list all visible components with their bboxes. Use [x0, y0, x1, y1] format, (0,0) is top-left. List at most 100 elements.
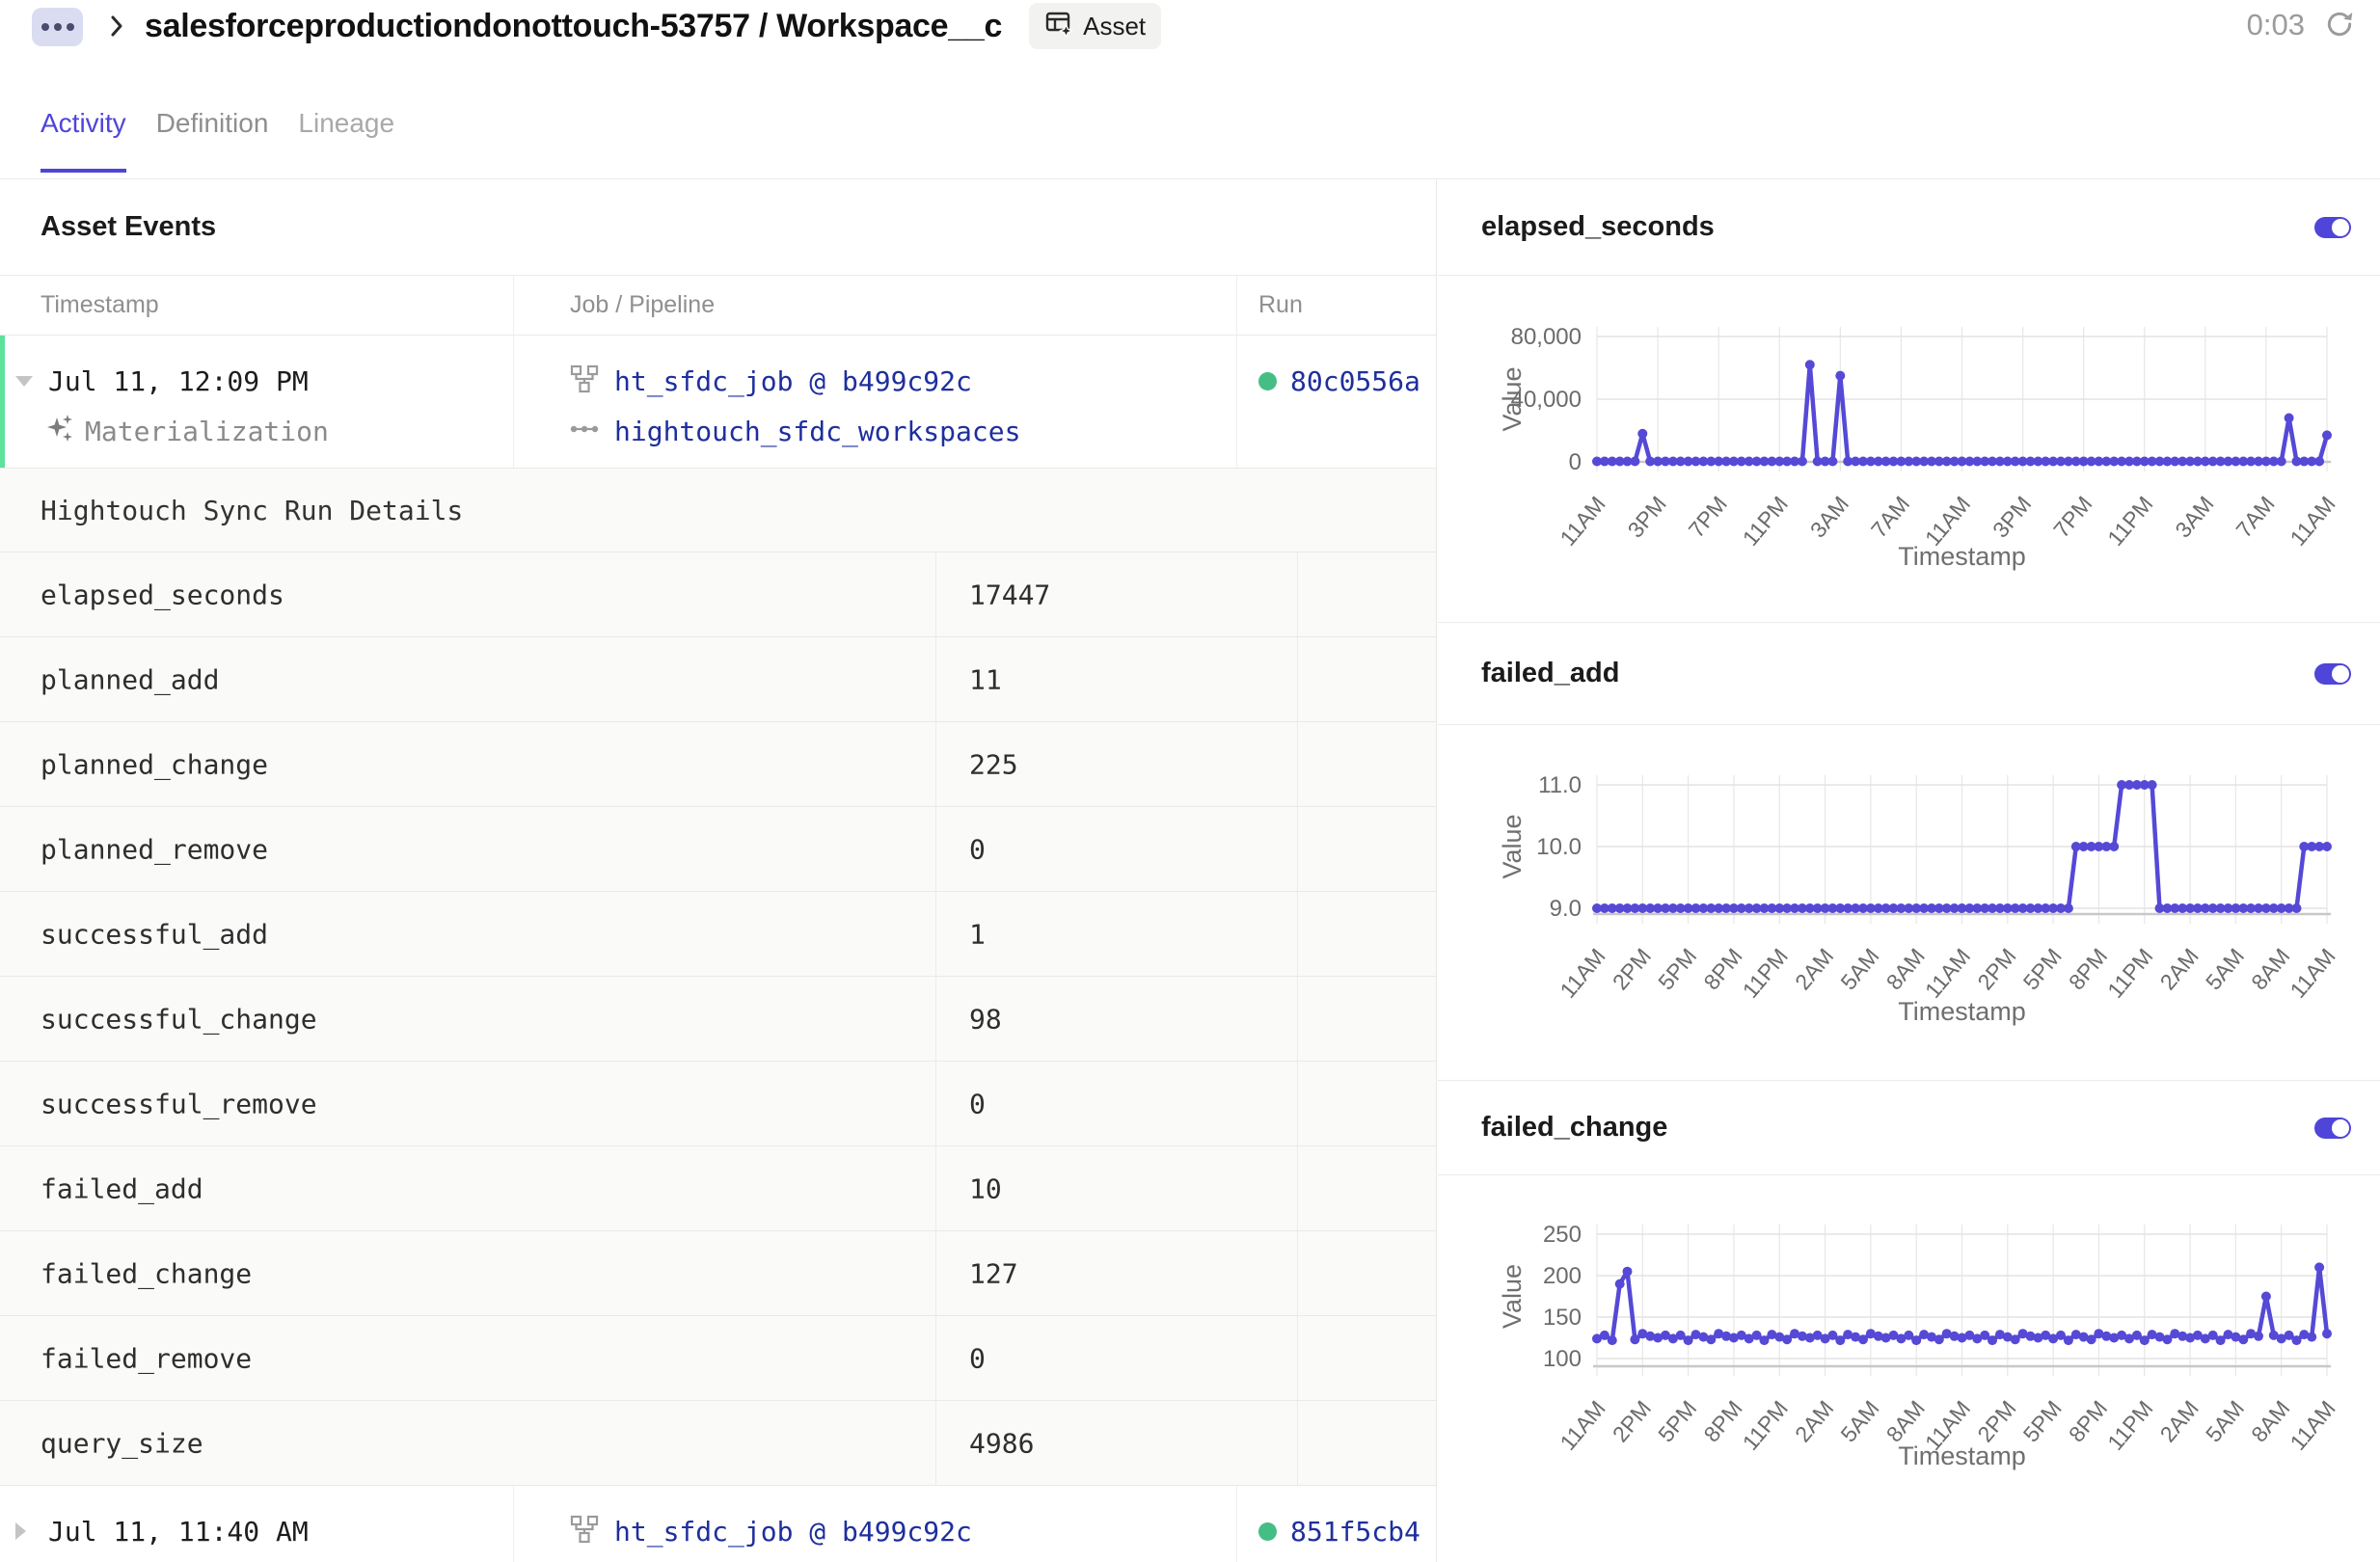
materialization-sparkle-icon — [46, 414, 73, 449]
svg-text:3AM: 3AM — [2170, 492, 2218, 543]
detail-value: 0 — [969, 1342, 986, 1374]
detail-row: elapsed_seconds17447 — [0, 552, 1436, 636]
svg-text:11AM: 11AM — [1555, 944, 1609, 1003]
asset-lineage-icon — [570, 421, 599, 441]
detail-value: 0 — [969, 1088, 986, 1119]
svg-text:10.0: 10.0 — [1536, 834, 1582, 860]
svg-text:5PM: 5PM — [1653, 1396, 1701, 1447]
detail-key: successful_add — [41, 918, 268, 950]
detail-value: 4986 — [969, 1427, 1034, 1459]
run-status-dot — [1258, 1522, 1277, 1541]
svg-text:2PM: 2PM — [1972, 944, 2020, 995]
asset-events-title: Asset Events — [41, 179, 216, 275]
tab-definition[interactable]: Definition — [156, 108, 269, 173]
detail-value: 10 — [969, 1172, 1002, 1204]
detail-key: successful_change — [41, 1003, 317, 1035]
chart-toggle[interactable] — [2314, 217, 2351, 238]
detail-key: planned_remove — [41, 833, 268, 865]
svg-text:5AM: 5AM — [2201, 1396, 2249, 1447]
detail-row: planned_remove0 — [0, 806, 1436, 891]
svg-text:9.0: 9.0 — [1550, 896, 1582, 922]
detail-row: planned_add11 — [0, 636, 1436, 721]
event-row[interactable]: Jul 11, 11:40 AM Materialization — [0, 1485, 1436, 1562]
tab-bar: Activity Definition Lineage — [41, 108, 394, 173]
failed-add-chart: 11AM2PM5PM8PM11PM2AM5AM8AM11AM2PM5PM8PM1… — [1438, 725, 2380, 1081]
detail-value: 1 — [969, 918, 986, 950]
ellipsis-icon — [67, 23, 74, 31]
detail-row: planned_change 225 — [0, 721, 1436, 806]
asset-table-icon — [1044, 9, 1073, 44]
tab-lineage[interactable]: Lineage — [298, 108, 394, 173]
ellipsis-icon — [54, 23, 62, 31]
chart-section-failed-change: failed_change 11AM2PM5PM8PM11PM2AM5AM8AM… — [1438, 1080, 2380, 1562]
svg-text:3PM: 3PM — [1623, 492, 1671, 543]
svg-text:2AM: 2AM — [1790, 1396, 1838, 1447]
run-id-link[interactable]: 80c0556a — [1290, 365, 1420, 397]
job-link[interactable]: ht_sfdc_job @ b499c92c — [614, 365, 972, 397]
page-title: salesforceproductiondonottouch-53757 / W… — [145, 8, 1002, 45]
detail-row: query_size4986 — [0, 1400, 1436, 1485]
svg-text:0: 0 — [1569, 449, 1582, 475]
svg-text:250: 250 — [1543, 1222, 1582, 1248]
svg-text:7AM: 7AM — [2231, 492, 2279, 543]
elapsed-seconds-chart: 11AM3PM7PM11PM3AM7AM11AM3PM7PM11PM3AM7AM… — [1438, 276, 2380, 622]
asset-link[interactable]: hightouch_sfdc_workspaces — [614, 416, 1020, 447]
collapse-caret-icon[interactable] — [15, 376, 33, 387]
refresh-timer: 0:03 — [2247, 8, 2305, 42]
svg-text:7PM: 7PM — [2048, 492, 2096, 543]
svg-text:5PM: 5PM — [1653, 944, 1701, 995]
toggle-knob — [2332, 1119, 2349, 1137]
svg-text:11AM: 11AM — [1555, 1396, 1609, 1455]
svg-text:3AM: 3AM — [1805, 492, 1853, 543]
svg-text:Timestamp: Timestamp — [1898, 997, 2026, 1026]
detail-value: 11 — [969, 663, 1002, 695]
detail-row: failed_remove0 — [0, 1315, 1436, 1400]
asset-events-panel: Asset Events Timestamp Job / Pipeline Ru… — [0, 179, 1437, 1562]
metric-charts-panel: elapsed_seconds 11AM3PM7PM11PM3AM7AM11AM… — [1438, 179, 2380, 1562]
asset-badge: Asset — [1029, 3, 1161, 49]
svg-text:3PM: 3PM — [1988, 492, 2036, 543]
svg-text:11.0: 11.0 — [1538, 772, 1582, 798]
svg-text:11PM: 11PM — [2102, 492, 2157, 551]
event-timestamp: Jul 11, 11:40 AM — [48, 1516, 309, 1548]
column-header-timestamp: Timestamp — [0, 291, 513, 319]
detail-value: 225 — [969, 748, 1018, 780]
ellipsis-icon — [41, 23, 49, 31]
svg-text:Value: Value — [1498, 814, 1527, 878]
job-link[interactable]: ht_sfdc_job @ b499c92c — [614, 1516, 972, 1548]
svg-text:11AM: 11AM — [2285, 944, 2339, 1003]
event-row[interactable]: Jul 11, 12:09 PM Materialization — [0, 336, 1436, 468]
svg-text:11PM: 11PM — [1738, 492, 1793, 551]
svg-text:7PM: 7PM — [1684, 492, 1732, 543]
svg-text:11AM: 11AM — [1555, 492, 1609, 551]
svg-text:2PM: 2PM — [1608, 1396, 1656, 1447]
chart-toggle[interactable] — [2314, 663, 2351, 685]
svg-text:5PM: 5PM — [2018, 944, 2067, 995]
run-id-link[interactable]: 851f5cb4 — [1290, 1516, 1420, 1548]
svg-text:2AM: 2AM — [1790, 944, 1838, 995]
refresh-icon[interactable] — [2324, 9, 2355, 42]
details-section-title: Hightouch Sync Run Details — [0, 468, 1436, 552]
breadcrumb-ellipsis-button[interactable] — [32, 8, 83, 46]
svg-text:150: 150 — [1543, 1305, 1582, 1331]
svg-text:100: 100 — [1543, 1346, 1582, 1372]
detail-key: elapsed_seconds — [41, 579, 284, 610]
tab-activity[interactable]: Activity — [41, 108, 126, 173]
svg-text:7AM: 7AM — [1866, 492, 1914, 543]
detail-key: planned_change — [41, 748, 268, 780]
chart-toggle[interactable] — [2314, 1118, 2351, 1139]
svg-text:11AM: 11AM — [1920, 944, 1975, 1003]
chart-title: elapsed_seconds — [1481, 211, 1715, 243]
svg-text:Timestamp: Timestamp — [1898, 1441, 2026, 1470]
detail-row: failed_change127 — [0, 1230, 1436, 1315]
detail-value: 98 — [969, 1003, 1002, 1035]
svg-text:2AM: 2AM — [2155, 1396, 2204, 1447]
expand-caret-icon[interactable] — [15, 1522, 26, 1540]
job-icon — [570, 364, 599, 397]
events-table-header: Timestamp Job / Pipeline Run — [0, 275, 1436, 336]
job-icon — [570, 1515, 599, 1548]
detail-key: failed_change — [41, 1257, 252, 1289]
svg-text:11PM: 11PM — [2102, 1396, 2157, 1455]
top-bar: salesforceproductiondonottouch-53757 / W… — [0, 0, 2380, 60]
detail-row: successful_add 1 — [0, 891, 1436, 976]
